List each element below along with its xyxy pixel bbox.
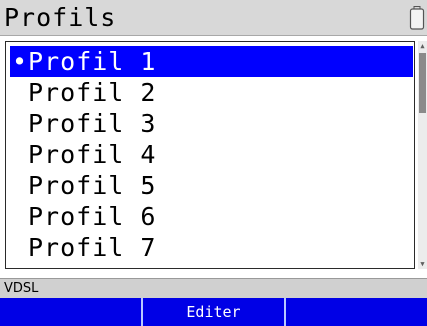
list-item-profil-5[interactable]: Profil 5 <box>10 170 413 201</box>
title-bar: Profils <box>0 0 427 36</box>
profile-list: •Profil 1 Profil 2 Profil 3 Profil 4 Pro… <box>10 46 413 263</box>
list-item-profil-4[interactable]: Profil 4 <box>10 139 413 170</box>
scroll-down-arrow-icon[interactable]: ▼ <box>418 259 427 269</box>
scrollbar[interactable]: ▲ ▼ <box>418 41 427 269</box>
list-item-profil-3[interactable]: Profil 3 <box>10 108 413 139</box>
scroll-up-arrow-icon[interactable]: ▲ <box>418 41 427 51</box>
status-text: VDSL <box>4 281 39 296</box>
softkey-bar: Editer <box>0 298 427 326</box>
list-item-profil-6[interactable]: Profil 6 <box>10 201 413 232</box>
list-item-profil-7[interactable]: Profil 7 <box>10 232 413 263</box>
profile-list-area: •Profil 1 Profil 2 Profil 3 Profil 4 Pro… <box>0 36 427 274</box>
scrollbar-thumb[interactable] <box>419 53 426 113</box>
edit-softkey-button[interactable]: Editer <box>141 298 284 326</box>
status-bar: VDSL <box>0 278 427 298</box>
softkey-left[interactable] <box>0 298 141 326</box>
list-item-profil-1[interactable]: •Profil 1 <box>10 46 413 77</box>
list-item-profil-2[interactable]: Profil 2 <box>10 77 413 108</box>
battery-icon <box>409 6 425 30</box>
page-title: Profils <box>4 3 117 32</box>
softkey-right[interactable] <box>284 298 427 326</box>
